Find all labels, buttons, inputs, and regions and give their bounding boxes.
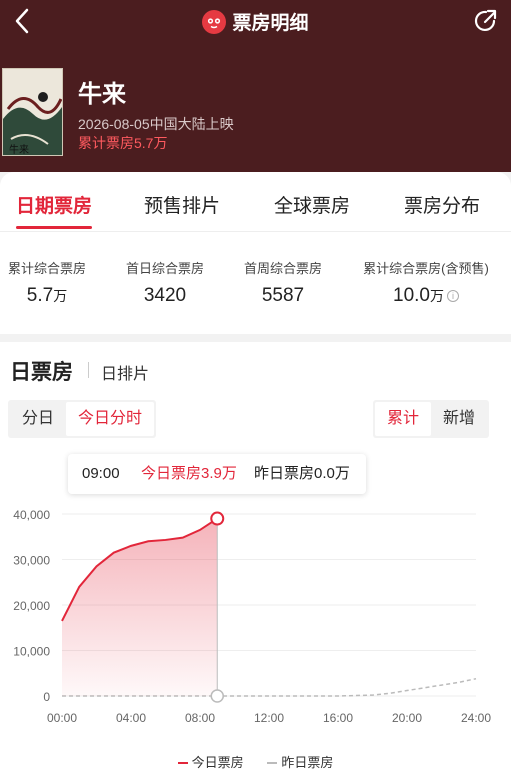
y-tick-label: 20,000 [13, 599, 50, 613]
cat-logo-icon [202, 10, 227, 34]
toggle-by-day[interactable]: 分日 [10, 402, 66, 436]
total-box-office: 累计票房5.7万 [78, 135, 168, 151]
tooltip-yesterday: 昨日票房0.0万 [254, 465, 350, 482]
legend-today[interactable]: 今日票房 [177, 752, 244, 771]
active-tab-indicator [16, 226, 92, 229]
movie-title: 牛来 [78, 81, 126, 108]
stat-value: 3420 [143, 285, 187, 306]
divider [88, 362, 89, 378]
stat-label: 累计综合票房 [8, 261, 87, 276]
legend-swatch-today [177, 762, 188, 764]
movie-poster[interactable]: 牛来 [2, 68, 63, 156]
series-area-today [62, 518, 218, 696]
section-title: 日票房 [10, 361, 73, 384]
stat-first-day: 首日综合票房 3420 [126, 258, 204, 307]
stat-cumulative-presale: 累计综合票房(含预售) 10.0万 i [362, 258, 490, 307]
y-tick-label: 40,000 [13, 508, 50, 522]
stat-first-week: 首周综合票房 5587 [244, 258, 322, 307]
stat-label: 累计综合票房(含预售) [363, 261, 489, 276]
tab-daily-schedule[interactable]: 日排片 [101, 360, 149, 384]
stat-value: 5.7万 [26, 285, 68, 306]
tab-global-box-office[interactable]: 全球票房 [274, 191, 350, 218]
toggle-cumulative[interactable]: 累计 [374, 402, 431, 436]
info-icon[interactable]: i [446, 290, 459, 302]
tab-daily-box-office[interactable]: 日期票房 [16, 191, 92, 218]
svg-text:牛来: 牛来 [9, 143, 29, 156]
tab-box-office-distribution[interactable]: 票房分布 [404, 191, 480, 218]
x-tick-label: 20:00 [392, 711, 422, 725]
box-office-chart[interactable]: 0 10,000 20,000 30,000 40,000 00:00 04:00 08:00… [0, 492, 511, 732]
legend-swatch-yesterday [267, 762, 278, 764]
stat-label: 首周综合票房 [244, 261, 323, 276]
view-toggle: 分日 今日分时 [8, 400, 157, 438]
stat-value: 5587 [261, 285, 305, 306]
x-tick-label: 24:00 [461, 711, 491, 725]
page-title: 票房明细 [0, 8, 511, 35]
y-tick-label: 30,000 [13, 554, 50, 568]
x-tick-label: 00:00 [47, 711, 77, 725]
tab-presale-schedule[interactable]: 预售排片 [144, 191, 220, 218]
today-marker [210, 511, 225, 526]
chart-card: 日票房 日排片 分日 今日分时 累计 新增 0 10,000 20,000 30,00… [0, 342, 511, 775]
stat-cumulative: 累计综合票房 5.7万 [8, 258, 86, 307]
x-tick-label: 04:00 [116, 711, 146, 725]
chart-legend: 今日票房 昨日票房 [0, 752, 511, 771]
chart-tooltip: 09:00 今日票房3.9万 昨日票房0.0万 [68, 454, 366, 494]
tooltip-time: 09:00 [82, 465, 120, 482]
stat-label: 首日综合票房 [126, 261, 205, 276]
legend-yesterday[interactable]: 昨日票房 [267, 752, 333, 771]
y-tick-label: 0 [43, 690, 50, 704]
mode-toggle: 累计 新增 [372, 400, 489, 438]
yesterday-marker [210, 689, 224, 703]
x-tick-label: 16:00 [323, 711, 353, 725]
toggle-today-hourly[interactable]: 今日分时 [66, 402, 155, 436]
tab-bar: 日期票房 预售排片 全球票房 票房分布 [0, 172, 511, 232]
stat-value: 10.0万 i [362, 285, 490, 307]
release-info: 2026-08-05中国大陆上映 [78, 116, 234, 132]
toggle-incremental[interactable]: 新增 [431, 402, 487, 436]
tooltip-today: 今日票房3.9万 [141, 465, 237, 482]
stats-card: 日期票房 预售排片 全球票房 票房分布 累计综合票房 5.7万 首日综合票房 3… [0, 172, 511, 334]
header: 票房明细 牛来 牛来 2026-08-05中国大陆上映 累计票房5.7万 [0, 0, 511, 172]
x-tick-label: 12:00 [254, 711, 284, 725]
x-tick-label: 08:00 [185, 711, 215, 725]
y-tick-label: 10,000 [13, 645, 50, 659]
share-icon[interactable] [471, 6, 501, 36]
